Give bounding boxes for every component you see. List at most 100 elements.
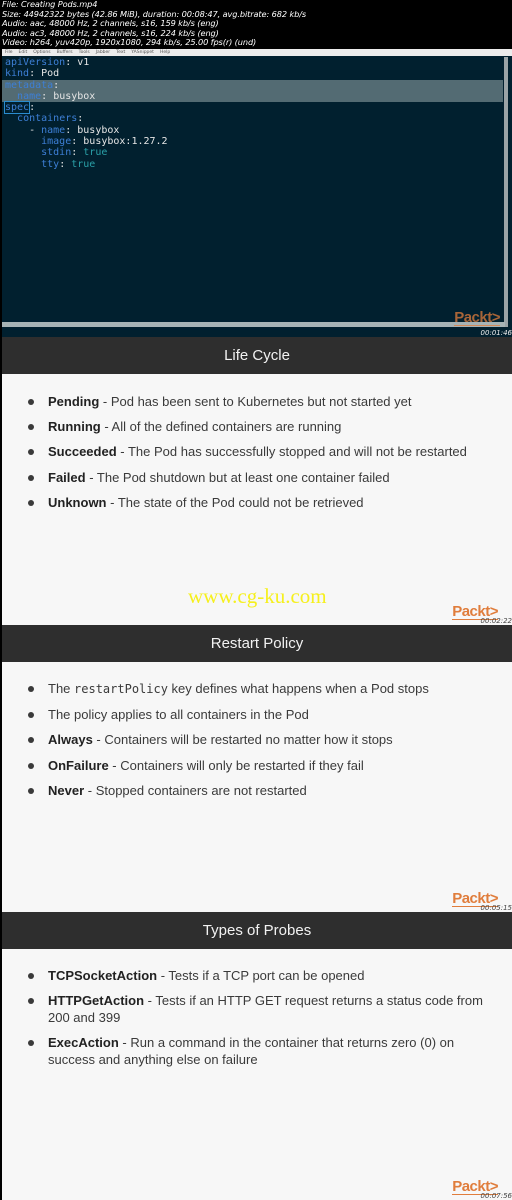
yaml-value: busybox xyxy=(77,124,120,136)
yaml-key: tty xyxy=(41,158,60,170)
yaml-separator: : xyxy=(71,136,84,148)
yaml-value: busybox:1.27.2 xyxy=(83,136,168,148)
bullet-term: ExecAction xyxy=(48,1035,119,1051)
bullet-item: The restartPolicy key defines what happe… xyxy=(26,680,496,698)
bullet-item: Always - Containers will be restarted no… xyxy=(26,731,496,748)
menu-text[interactable]: Text xyxy=(116,49,125,56)
bullet-text: - Containers will only be restarted if t… xyxy=(108,757,364,773)
video-timestamp: 00:07:56 xyxy=(480,1192,512,1200)
yaml-separator: : xyxy=(65,124,78,136)
bullet-icon xyxy=(28,424,34,431)
bullet-icon xyxy=(28,474,34,481)
yaml-value: Pod xyxy=(41,68,60,80)
code-line[interactable]: metadata: xyxy=(2,79,503,91)
bullet-text: - The state of the Pod could not be retr… xyxy=(106,494,364,510)
menu-yasnippet[interactable]: YASnippet xyxy=(131,49,154,56)
bullet-term: Pending xyxy=(48,394,100,409)
bullet-term: Unknown xyxy=(48,494,107,510)
yaml-key: name xyxy=(41,124,66,136)
code-line[interactable]: kind: Pod xyxy=(2,68,503,79)
bullet-term: Always xyxy=(48,732,93,748)
bullet-icon xyxy=(28,712,34,719)
yaml-key: kind xyxy=(5,68,30,80)
yaml-value: busybox xyxy=(53,90,96,102)
yaml-value: true xyxy=(83,147,108,159)
bullet-item: OnFailure - Containers will only be rest… xyxy=(26,757,496,774)
bullet-item: Never - Stopped containers are not resta… xyxy=(26,782,496,799)
yaml-key: image xyxy=(41,136,72,148)
code-line[interactable]: apiVersion: v1 xyxy=(2,57,503,68)
menu-jabber[interactable]: Jabber xyxy=(96,49,110,56)
yaml-key: containers xyxy=(17,113,78,125)
yaml-separator: : xyxy=(41,90,54,102)
code-line[interactable]: spec: xyxy=(2,101,503,115)
yaml-key: spec xyxy=(3,101,31,115)
yaml-value: true xyxy=(71,158,96,170)
bullet-icon xyxy=(28,762,34,769)
code-line[interactable]: name: busybox xyxy=(2,90,503,103)
menu-options[interactable]: Options xyxy=(33,49,50,56)
yaml-key: apiVersion xyxy=(5,57,66,68)
bullet-item: Unknown - The state of the Pod could not… xyxy=(26,494,496,511)
code-editor[interactable]: apiVersion: v1 kind: Pod metadata: name: b… xyxy=(2,57,503,170)
bullet-item: HTTPGetAction - Tests if an HTTP GET req… xyxy=(26,992,496,1026)
slide-types-of-probes: Types of Probes TCPSocketAction - Tests … xyxy=(2,912,512,1200)
bullet-icon xyxy=(28,686,34,692)
bullet-text: - The Pod has successfully stopped and w… xyxy=(116,444,467,460)
bullet-icon xyxy=(28,499,34,506)
bullet-text: - Pod has been sent to Kubernetes but no… xyxy=(99,394,412,409)
menu-tools[interactable]: Tools xyxy=(79,49,90,56)
bullet-text: - The Pod shutdown but at least one cont… xyxy=(85,469,390,485)
yaml-key: stdin xyxy=(41,147,72,159)
code-line[interactable]: - name: busybox xyxy=(2,125,503,136)
yaml-separator: : xyxy=(29,102,36,114)
packt-logo: Packt> xyxy=(454,309,500,326)
bullet-icon xyxy=(28,737,34,744)
menu-help[interactable]: Help xyxy=(160,49,170,56)
video-timestamp: 00:05:15 xyxy=(480,904,512,912)
yaml-key: name xyxy=(17,90,42,102)
slide-restart-policy: Restart Policy The restartPolicy key def… xyxy=(2,625,512,912)
bullet-term: HTTPGetAction xyxy=(48,993,145,1009)
bullet-term: TCPSocketAction xyxy=(48,968,158,983)
menu-edit[interactable]: Edit xyxy=(19,49,28,56)
slide-life-cycle: Life Cycle Pending - Pod has been sent t… xyxy=(2,337,512,625)
bullet-list: Pending - Pod has been sent to Kubernete… xyxy=(26,393,496,519)
bullet-item: Pending - Pod has been sent to Kubernete… xyxy=(26,393,496,410)
bullet-term: Never xyxy=(48,782,85,798)
bullet-list: TCPSocketAction - Tests if a TCP port ca… xyxy=(26,967,496,1077)
bullet-icon xyxy=(28,973,34,979)
bullet-icon xyxy=(28,787,34,794)
editor-frame: File Edit Options Buffers Tools Jabber T… xyxy=(2,49,512,337)
code-line[interactable]: containers: xyxy=(2,113,503,124)
editor-scrollbar[interactable] xyxy=(504,57,508,327)
watermark: www.cg-ku.com xyxy=(188,584,327,608)
bullet-icon xyxy=(28,449,34,456)
bullet-text: - All of the defined containers are runn… xyxy=(100,419,342,435)
bullet-term: Running xyxy=(48,419,101,435)
bullet-text: - Containers will be restarted no matter… xyxy=(92,732,393,748)
code-line[interactable]: tty: true xyxy=(2,159,503,170)
code-indent: - xyxy=(5,124,42,136)
slide-title: Types of Probes xyxy=(2,912,512,949)
bullet-text: - Stopped containers are not restarted xyxy=(84,782,307,798)
bullet-item: The policy applies to all containers in … xyxy=(26,706,496,723)
bullet-icon xyxy=(28,998,34,1005)
menu-file[interactable]: File xyxy=(5,49,13,56)
yaml-separator: : xyxy=(29,68,42,80)
code-line[interactable]: image: busybox:1.27.2 xyxy=(2,136,503,147)
bullet-item: ExecAction - Run a command in the contai… xyxy=(26,1034,496,1068)
bullet-item: Failed - The Pod shutdown but at least o… xyxy=(26,469,496,486)
bullet-text: The policy applies to all containers in … xyxy=(48,707,309,723)
editor-menubar: File Edit Options Buffers Tools Jabber T… xyxy=(2,49,512,56)
editor-minibuffer xyxy=(2,327,512,337)
code-line[interactable]: stdin: true xyxy=(2,147,503,158)
bullet-item: Running - All of the defined containers … xyxy=(26,418,496,435)
bullet-text: The xyxy=(48,681,75,696)
menu-buffers[interactable]: Buffers xyxy=(57,49,73,56)
yaml-key: metadata xyxy=(5,79,54,91)
bullet-term: Failed xyxy=(48,469,86,485)
